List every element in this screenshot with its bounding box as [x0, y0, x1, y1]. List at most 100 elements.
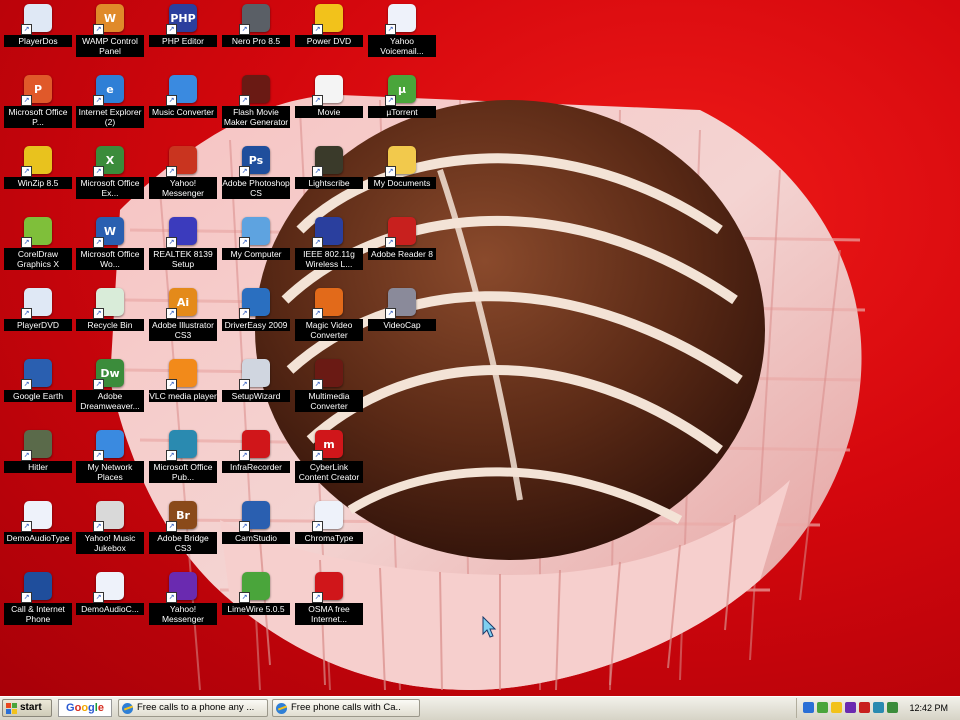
desktop-icon[interactable]: ↗ My Computer [219, 215, 293, 283]
desktop-icon[interactable]: ↗ Nero Pro 8.5 [219, 2, 293, 70]
desktop-icon[interactable]: ↗ WinZip 8.5 [1, 144, 75, 212]
desktop-icon[interactable]: ↗ IEEE 802.11g Wireless L... [292, 215, 366, 283]
desktop-icon[interactable]: ↗ DemoAudioType [1, 499, 75, 567]
desktop-icon[interactable]: ↗ Magic Video Converter [292, 286, 366, 354]
desktop-icon[interactable]: ↗ DemoAudioC... [73, 570, 147, 638]
desktop-icon-label: LimeWire 5.0.5 [222, 603, 290, 615]
desktop-icon[interactable]: ↗ Yahoo! Messenger [146, 570, 220, 638]
utorrent-tray-icon[interactable] [887, 702, 898, 713]
desktop-icon[interactable]: ↗ Flash Movie Maker Generator [219, 73, 293, 141]
start-button[interactable]: start [2, 699, 52, 717]
desktop-icon[interactable]: ↗ PlayerDos [1, 2, 75, 70]
shortcut-arrow-icon: ↗ [166, 95, 177, 106]
shortcut-arrow-icon: ↗ [312, 379, 323, 390]
desktop-icon-label: WinZip 8.5 [4, 177, 72, 189]
desktop-icon-label: VLC media player [149, 390, 217, 402]
desktop-icon[interactable]: e ↗ Internet Explorer (2) [73, 73, 147, 141]
desktop-icon[interactable]: X ↗ Microsoft Office Ex... [73, 144, 147, 212]
desktop-icon[interactable]: ↗ PlayerDVD [1, 286, 75, 354]
desktop-icon[interactable]: ↗ Lightscribe [292, 144, 366, 212]
desktop-icon[interactable]: Br ↗ Adobe Bridge CS3 [146, 499, 220, 567]
desktop-icon-label: Adobe Reader 8 [368, 248, 436, 260]
desktop-icon[interactable]: ↗ Music Converter [146, 73, 220, 141]
desktop-icon[interactable]: ↗ Adobe Reader 8 [365, 215, 439, 283]
desktop-icon[interactable]: ↗ Power DVD [292, 2, 366, 70]
desktop-icon[interactable]: Ps ↗ Adobe Photoshop CS [219, 144, 293, 212]
desktop-icon[interactable]: ↗ SetupWizard [219, 357, 293, 425]
desktop-icon[interactable]: m ↗ CyberLink Content Creator [292, 428, 366, 496]
icon-glyph: Br [176, 508, 190, 522]
desktop-icon-label: Yahoo Voicemail... [368, 35, 436, 57]
desktop-icon[interactable]: Dw ↗ Adobe Dreamweaver... [73, 357, 147, 425]
shortcut-arrow-icon: ↗ [21, 379, 32, 390]
shortcut-arrow-icon: ↗ [21, 24, 32, 35]
desktop-icon[interactable]: ↗ Hitler [1, 428, 75, 496]
desktop-icon-label: Hitler [4, 461, 72, 473]
shortcut-arrow-icon: ↗ [239, 308, 250, 319]
google-toolbar-button[interactable]: Google [58, 699, 112, 717]
desktop-icon-label: Google Earth [4, 390, 72, 402]
desktop-icon[interactable]: ↗ Yahoo! Music Jukebox [73, 499, 147, 567]
shortcut-arrow-icon: ↗ [385, 166, 396, 177]
volume-tray-icon[interactable] [859, 702, 870, 713]
desktop-icon[interactable]: ↗ Yahoo Voicemail... [365, 2, 439, 70]
desktop-icon[interactable]: ↗ Call & Internet Phone [1, 570, 75, 638]
desktop-icon[interactable]: ↗ Movie [292, 73, 366, 141]
icon-glyph: m [323, 437, 335, 451]
shortcut-arrow-icon: ↗ [93, 379, 104, 390]
desktop-icon[interactable]: ↗ DriverEasy 2009 [219, 286, 293, 354]
desktop-icon[interactable]: ↗ VLC media player [146, 357, 220, 425]
desktop-icon-label: DriverEasy 2009 [222, 319, 290, 331]
desktop-icon[interactable]: Ai ↗ Adobe Illustrator CS3 [146, 286, 220, 354]
shortcut-arrow-icon: ↗ [21, 521, 32, 532]
shortcut-arrow-icon: ↗ [93, 450, 104, 461]
desktop-icon[interactable]: P ↗ Microsoft Office P... [1, 73, 75, 141]
desktop-icon[interactable]: ↗ InfraRecorder [219, 428, 293, 496]
update-tray-icon[interactable] [873, 702, 884, 713]
desktop-icon[interactable]: ↗ Microsoft Office Pub... [146, 428, 220, 496]
shortcut-arrow-icon: ↗ [239, 379, 250, 390]
desktop-icon[interactable]: W ↗ WAMP Control Panel [73, 2, 147, 70]
desktop-icon-label: Music Converter [149, 106, 217, 118]
desktop-icon[interactable]: ↗ CorelDraw Graphics X [1, 215, 75, 283]
desktop-icon[interactable]: ↗ Recycle Bin [73, 286, 147, 354]
desktop-icon[interactable]: µ ↗ µTorrent [365, 73, 439, 141]
desktop-icon[interactable]: ↗ Yahoo! Messenger [146, 144, 220, 212]
mouse-pointer-icon [482, 616, 497, 638]
antivirus-tray-icon[interactable] [817, 702, 828, 713]
desktop-icon-label: Flash Movie Maker Generator [222, 106, 290, 128]
messenger-tray-icon[interactable] [831, 702, 842, 713]
desktop-icon-label: OSMA free Internet... [295, 603, 363, 625]
desktop-icon[interactable]: ↗ LimeWire 5.0.5 [219, 570, 293, 638]
shortcut-arrow-icon: ↗ [239, 95, 250, 106]
desktop-icon[interactable]: ↗ My Documents [365, 144, 439, 212]
shortcut-arrow-icon: ↗ [239, 237, 250, 248]
taskbar-button-free-calls[interactable]: Free calls to a phone any ... [118, 699, 268, 717]
shortcut-arrow-icon: ↗ [312, 521, 323, 532]
desktop-icon[interactable]: PHP ↗ PHP Editor [146, 2, 220, 70]
desktop-icon[interactable]: ↗ REALTEK 8139 Setup [146, 215, 220, 283]
yahoo-tray-icon[interactable] [845, 702, 856, 713]
desktop-icon[interactable]: ↗ CamStudio [219, 499, 293, 567]
shortcut-arrow-icon: ↗ [21, 450, 32, 461]
internet-explorer-icon [276, 703, 287, 714]
taskbar-button-free-phone-calls[interactable]: Free phone calls with Ca.. [272, 699, 420, 717]
desktop-icon[interactable]: ↗ Multimedia Converter [292, 357, 366, 425]
desktop-icon-label: My Documents [368, 177, 436, 189]
shortcut-arrow-icon: ↗ [312, 308, 323, 319]
shortcut-arrow-icon: ↗ [312, 166, 323, 177]
shortcut-arrow-icon: ↗ [239, 24, 250, 35]
desktop[interactable]: ↗ PlayerDos W ↗ WAMP Control Panel PHP ↗ PHP Ed… [0, 0, 960, 696]
shortcut-arrow-icon: ↗ [21, 95, 32, 106]
desktop-icon[interactable]: ↗ My Network Places [73, 428, 147, 496]
desktop-icon[interactable]: ↗ OSMA free Internet... [292, 570, 366, 638]
desktop-icon[interactable]: ↗ ChromaType [292, 499, 366, 567]
internet-explorer-icon [122, 703, 133, 714]
desktop-icon[interactable]: W ↗ Microsoft Office Wo... [73, 215, 147, 283]
shortcut-arrow-icon: ↗ [312, 592, 323, 603]
desktop-icon-label: CorelDraw Graphics X [4, 248, 72, 270]
shortcut-arrow-icon: ↗ [21, 308, 32, 319]
desktop-icon[interactable]: ↗ Google Earth [1, 357, 75, 425]
network-tray-icon[interactable] [803, 702, 814, 713]
desktop-icon[interactable]: ↗ VideoCap [365, 286, 439, 354]
